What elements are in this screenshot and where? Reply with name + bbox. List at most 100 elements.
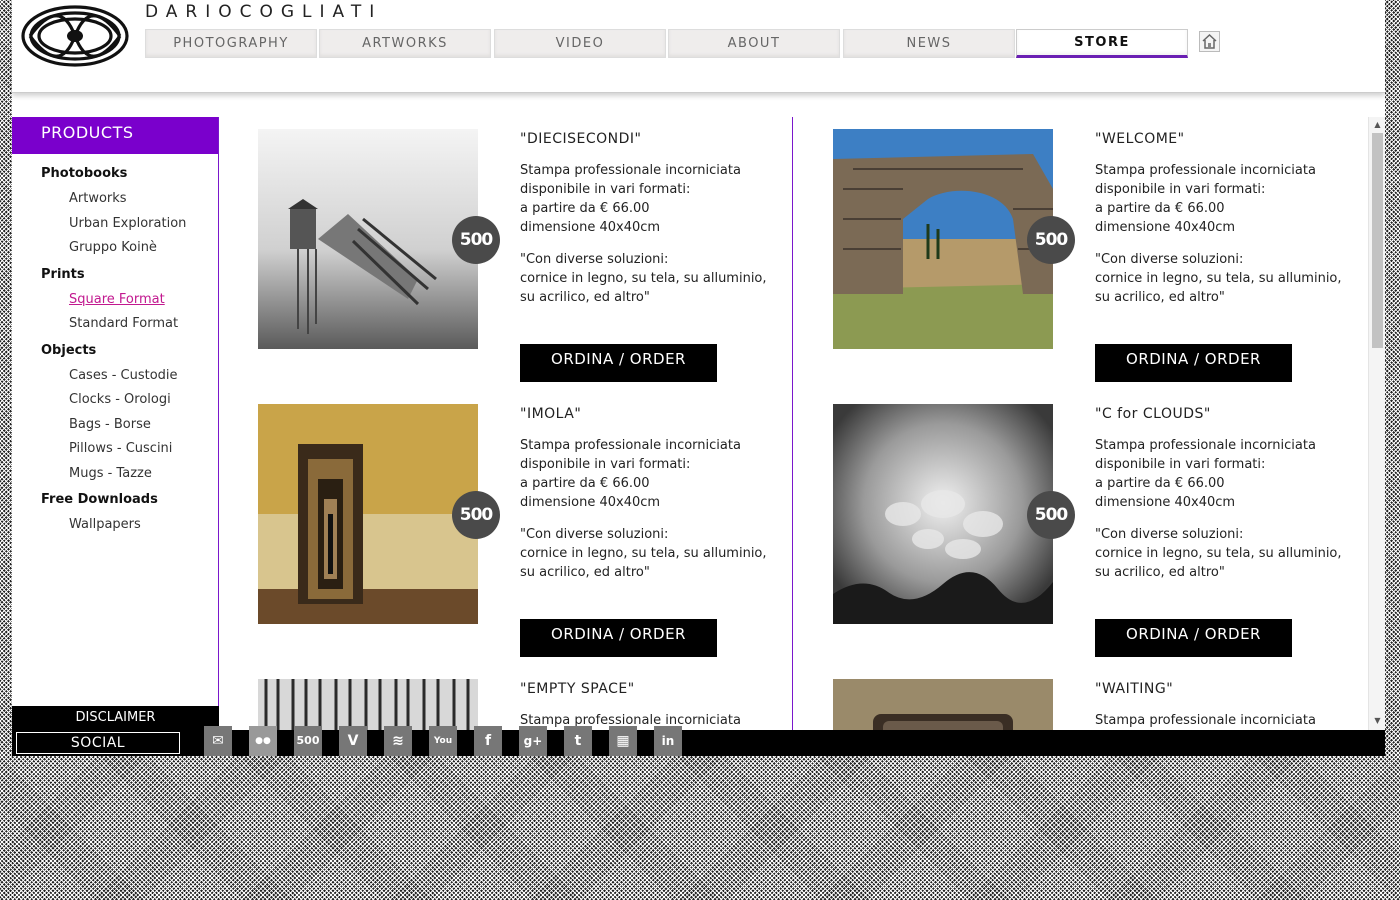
product-title: "IMOLA" bbox=[520, 406, 582, 422]
sidebar-title: PRODUCTS bbox=[12, 117, 218, 154]
product-title: "WAITING" bbox=[1095, 681, 1174, 697]
tab-store[interactable]: STORE bbox=[1016, 29, 1188, 58]
product-card: 500 "IMOLA" Stampa professionale incorni… bbox=[258, 404, 798, 664]
product-title: "DIECISECONDI" bbox=[520, 131, 642, 147]
size-line: dimensione 40x40cm bbox=[1095, 495, 1236, 510]
order-button[interactable]: ORDINA / ORDER bbox=[1095, 619, 1292, 657]
options-line: cornice in legno, su tela, su alluminio, bbox=[1095, 546, 1342, 561]
size-line: dimensione 40x40cm bbox=[1095, 220, 1236, 235]
options-line: su acrilico, ed altro" bbox=[520, 565, 650, 580]
desc-line: disponibile in vari formati: bbox=[1095, 457, 1266, 472]
tab-about[interactable]: ABOUT bbox=[668, 29, 840, 58]
desc-line: Stampa professionale incorniciata bbox=[520, 438, 741, 453]
social-button[interactable]: SOCIAL bbox=[16, 732, 180, 754]
order-button[interactable]: ORDINA / ORDER bbox=[520, 619, 717, 657]
product-image[interactable] bbox=[833, 129, 1053, 349]
options-line: "Con diverse soluzioni: bbox=[1095, 527, 1244, 542]
sidebar-item-standard-format[interactable]: Standard Format bbox=[41, 312, 218, 337]
pattern-icon[interactable]: ▦ bbox=[609, 726, 637, 756]
behance-icon[interactable]: ≋ bbox=[384, 726, 412, 756]
price-line: a partire da € 66.00 bbox=[1095, 476, 1225, 491]
sidebar-item-cases[interactable]: Cases - Custodie bbox=[41, 364, 218, 389]
google-plus-icon[interactable]: g+ bbox=[519, 726, 547, 756]
product-grid: 500 "DIECISECONDI" Stampa professionale … bbox=[219, 117, 1365, 730]
footer: SOCIAL ✉ ●● 500 V ≋ You f g+ t ▦ in bbox=[12, 726, 1385, 756]
size-line: dimensione 40x40cm bbox=[520, 220, 661, 235]
options-line: cornice in legno, su tela, su alluminio, bbox=[1095, 271, 1342, 286]
scroll-up-icon[interactable]: ▲ bbox=[1372, 119, 1383, 131]
content-scrollbar[interactable]: ▲ ▼ bbox=[1368, 117, 1385, 730]
sidebar-item-wallpapers[interactable]: Wallpapers bbox=[41, 513, 218, 538]
home-button[interactable] bbox=[1199, 31, 1220, 52]
order-button[interactable]: ORDINA / ORDER bbox=[520, 344, 717, 382]
category-free-downloads[interactable]: Free Downloads bbox=[41, 489, 218, 513]
flickr-icon[interactable]: ●● bbox=[249, 726, 277, 756]
500px-badge[interactable]: 500 bbox=[1027, 216, 1075, 264]
youtube-icon[interactable]: You bbox=[429, 726, 457, 756]
facebook-icon[interactable]: f bbox=[474, 726, 502, 756]
product-description: Stampa professionale incorniciata dispon… bbox=[520, 436, 790, 512]
sidebar-item-urban-exploration[interactable]: Urban Exploration bbox=[41, 212, 218, 237]
desc-line: disponibile in vari formati: bbox=[520, 182, 691, 197]
desc-line: Stampa professionale incorniciata bbox=[1095, 163, 1316, 178]
price-line: a partire da € 66.00 bbox=[520, 476, 650, 491]
tab-photography[interactable]: PHOTOGRAPHY bbox=[145, 29, 317, 58]
tumblr-icon[interactable]: t bbox=[564, 726, 592, 756]
options-line: su acrilico, ed altro" bbox=[520, 290, 650, 305]
sidebar-item-gruppo-koine[interactable]: Gruppo Koinè bbox=[41, 236, 218, 261]
options-line: cornice in legno, su tela, su alluminio, bbox=[520, 271, 767, 286]
sidebar-item-pillows[interactable]: Pillows - Cuscini bbox=[41, 437, 218, 462]
product-options: "Con diverse soluzioni: cornice in legno… bbox=[520, 250, 790, 307]
product-options: "Con diverse soluzioni: cornice in legno… bbox=[520, 525, 790, 582]
500px-badge[interactable]: 500 bbox=[452, 491, 500, 539]
logo[interactable] bbox=[20, 4, 130, 68]
options-line: "Con diverse soluzioni: bbox=[520, 252, 669, 267]
products-sidebar: PRODUCTS Photobooks Artworks Urban Explo… bbox=[12, 117, 219, 706]
vimeo-icon[interactable]: V bbox=[339, 726, 367, 756]
category-prints[interactable]: Prints bbox=[41, 264, 218, 288]
desc-line: disponibile in vari formati: bbox=[520, 457, 691, 472]
sidebar-categories: Photobooks Artworks Urban Exploration Gr… bbox=[12, 154, 218, 538]
sidebar-item-mugs[interactable]: Mugs - Tazze bbox=[41, 462, 218, 487]
product-image[interactable] bbox=[258, 404, 478, 624]
product-image[interactable] bbox=[258, 129, 478, 349]
product-card: 500 "C for CLOUDS" Stampa professionale … bbox=[833, 404, 1365, 664]
product-card: 500 "DIECISECONDI" Stampa professionale … bbox=[258, 129, 798, 389]
product-card: 500 "WELCOME" Stampa professionale incor… bbox=[833, 129, 1365, 389]
options-line: su acrilico, ed altro" bbox=[1095, 290, 1225, 305]
site-header: DARIOCOGLIATI PHOTOGRAPHY ARTWORKS VIDEO… bbox=[12, 0, 1385, 93]
category-objects[interactable]: Objects bbox=[41, 340, 218, 364]
mail-icon[interactable]: ✉ bbox=[204, 726, 232, 756]
options-line: cornice in legno, su tela, su alluminio, bbox=[520, 546, 767, 561]
page-frame: DARIOCOGLIATI PHOTOGRAPHY ARTWORKS VIDEO… bbox=[12, 0, 1385, 756]
options-line: "Con diverse soluzioni: bbox=[520, 527, 669, 542]
sidebar-item-square-format[interactable]: Square Format bbox=[41, 288, 218, 313]
tab-artworks[interactable]: ARTWORKS bbox=[319, 29, 491, 58]
sidebar-item-clocks[interactable]: Clocks - Orologi bbox=[41, 388, 218, 413]
home-icon bbox=[1202, 33, 1217, 49]
product-options: "Con diverse soluzioni: cornice in legno… bbox=[1095, 250, 1365, 307]
500px-badge[interactable]: 500 bbox=[452, 216, 500, 264]
tab-news[interactable]: NEWS bbox=[843, 29, 1015, 58]
500px-badge[interactable]: 500 bbox=[1027, 491, 1075, 539]
500px-icon[interactable]: 500 bbox=[294, 726, 322, 756]
product-title: "EMPTY SPACE" bbox=[520, 681, 635, 697]
disclaimer-button[interactable]: DISCLAIMER bbox=[12, 706, 219, 730]
order-button[interactable]: ORDINA / ORDER bbox=[1095, 344, 1292, 382]
scroll-thumb[interactable] bbox=[1372, 133, 1383, 348]
options-line: su acrilico, ed altro" bbox=[1095, 565, 1225, 580]
linkedin-icon[interactable]: in bbox=[654, 726, 682, 756]
product-title: "WELCOME" bbox=[1095, 131, 1185, 147]
tab-video[interactable]: VIDEO bbox=[494, 29, 666, 58]
category-photobooks[interactable]: Photobooks bbox=[41, 163, 218, 187]
product-description: Stampa professionale incorniciata dispon… bbox=[1095, 161, 1365, 237]
product-title: "C for CLOUDS" bbox=[1095, 406, 1211, 422]
product-description: Stampa professionale incorniciata dispon… bbox=[520, 161, 790, 237]
price-line: a partire da € 66.00 bbox=[520, 201, 650, 216]
sidebar-item-artworks[interactable]: Artworks bbox=[41, 187, 218, 212]
product-image[interactable] bbox=[833, 404, 1053, 624]
desc-line: Stampa professionale incorniciata bbox=[520, 163, 741, 178]
site-name[interactable]: DARIOCOGLIATI bbox=[145, 2, 382, 22]
sidebar-item-bags[interactable]: Bags - Borse bbox=[41, 413, 218, 438]
product-options: "Con diverse soluzioni: cornice in legno… bbox=[1095, 525, 1365, 582]
